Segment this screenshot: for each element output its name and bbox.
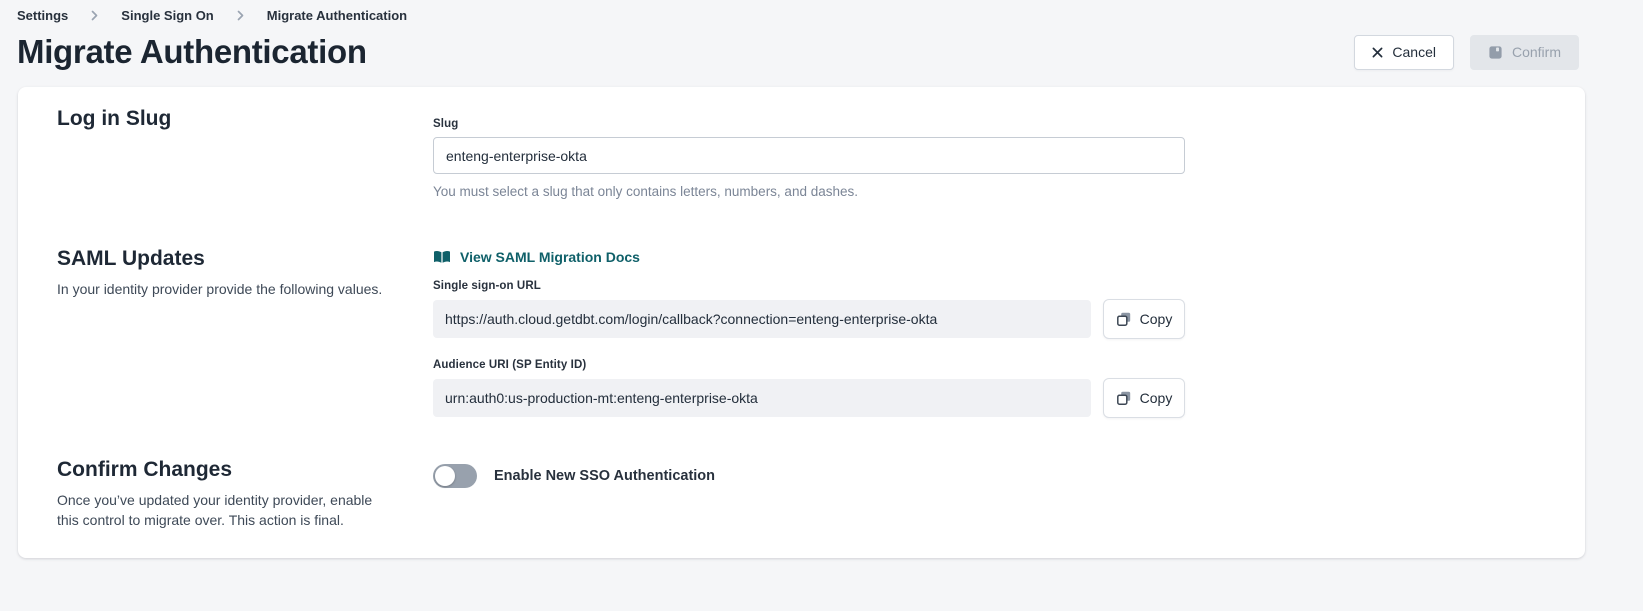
breadcrumb-item-single-sign-on[interactable]: Single Sign On (121, 8, 213, 23)
sso-url-value: https://auth.cloud.getdbt.com/login/call… (433, 300, 1091, 338)
login-slug-right: Slug You must select a slug that only co… (433, 107, 1185, 199)
cancel-button[interactable]: Cancel (1354, 35, 1454, 70)
saml-updates-right: View SAML Migration Docs Single sign-on … (433, 247, 1185, 418)
chevron-right-icon (90, 10, 99, 21)
cancel-button-label: Cancel (1392, 44, 1436, 60)
section-confirm-changes: Confirm Changes Once you’ve updated your… (57, 458, 1585, 530)
login-slug-left: Log in Slug (57, 107, 433, 131)
confirm-button-label: Confirm (1512, 44, 1561, 60)
copy-pages-icon (1116, 311, 1132, 327)
audience-uri-copy-button[interactable]: Copy (1103, 378, 1185, 418)
confirm-changes-left: Confirm Changes Once you’ve updated your… (57, 458, 433, 530)
login-slug-heading: Log in Slug (57, 107, 433, 131)
confirm-changes-heading: Confirm Changes (57, 458, 433, 482)
slug-input[interactable] (433, 137, 1185, 174)
open-book-icon (433, 250, 451, 264)
section-saml-updates: SAML Updates In your identity provider p… (57, 247, 1585, 418)
slug-help-text: You must select a slug that only contain… (433, 184, 1185, 199)
breadcrumb-item-migrate-authentication: Migrate Authentication (267, 8, 407, 23)
confirm-changes-right: Enable New SSO Authentication (433, 458, 1185, 488)
copy-pages-icon (1116, 390, 1132, 406)
save-disk-icon (1488, 45, 1503, 60)
enable-new-sso-toggle[interactable] (433, 464, 477, 488)
confirm-button[interactable]: Confirm (1470, 35, 1579, 70)
sso-url-row: https://auth.cloud.getdbt.com/login/call… (433, 299, 1185, 339)
copy-button-label: Copy (1140, 311, 1173, 327)
enable-new-sso-toggle-label: Enable New SSO Authentication (494, 468, 715, 484)
breadcrumb: Settings Single Sign On Migrate Authenti… (17, 8, 1579, 23)
breadcrumb-item-settings[interactable]: Settings (17, 8, 68, 23)
header-actions: Cancel Confirm (1354, 35, 1579, 70)
toggle-knob (435, 466, 455, 486)
audience-uri-value: urn:auth0:us-production-mt:enteng-enterp… (433, 379, 1091, 417)
saml-updates-description: In your identity provider provide the fo… (57, 280, 387, 300)
page-header: Settings Single Sign On Migrate Authenti… (0, 0, 1643, 71)
sso-url-copy-button[interactable]: Copy (1103, 299, 1185, 339)
confirm-changes-description: Once you’ve updated your identity provid… (57, 491, 387, 530)
x-icon (1372, 47, 1383, 58)
view-saml-migration-docs-link[interactable]: View SAML Migration Docs (433, 249, 640, 265)
saml-updates-left: SAML Updates In your identity provider p… (57, 247, 433, 300)
docs-link-label: View SAML Migration Docs (460, 249, 640, 265)
sso-url-label: Single sign-on URL (433, 280, 1185, 292)
chevron-right-icon (236, 10, 245, 21)
copy-button-label: Copy (1140, 390, 1173, 406)
section-login-slug: Log in Slug Slug You must select a slug … (57, 107, 1585, 199)
saml-updates-heading: SAML Updates (57, 247, 433, 271)
migrate-authentication-card: Log in Slug Slug You must select a slug … (18, 87, 1585, 558)
page-title: Migrate Authentication (17, 33, 367, 71)
audience-uri-label: Audience URI (SP Entity ID) (433, 359, 1185, 371)
sso-toggle-row: Enable New SSO Authentication (433, 464, 1185, 488)
slug-field-label: Slug (433, 118, 1185, 130)
audience-uri-row: urn:auth0:us-production-mt:enteng-enterp… (433, 378, 1185, 418)
